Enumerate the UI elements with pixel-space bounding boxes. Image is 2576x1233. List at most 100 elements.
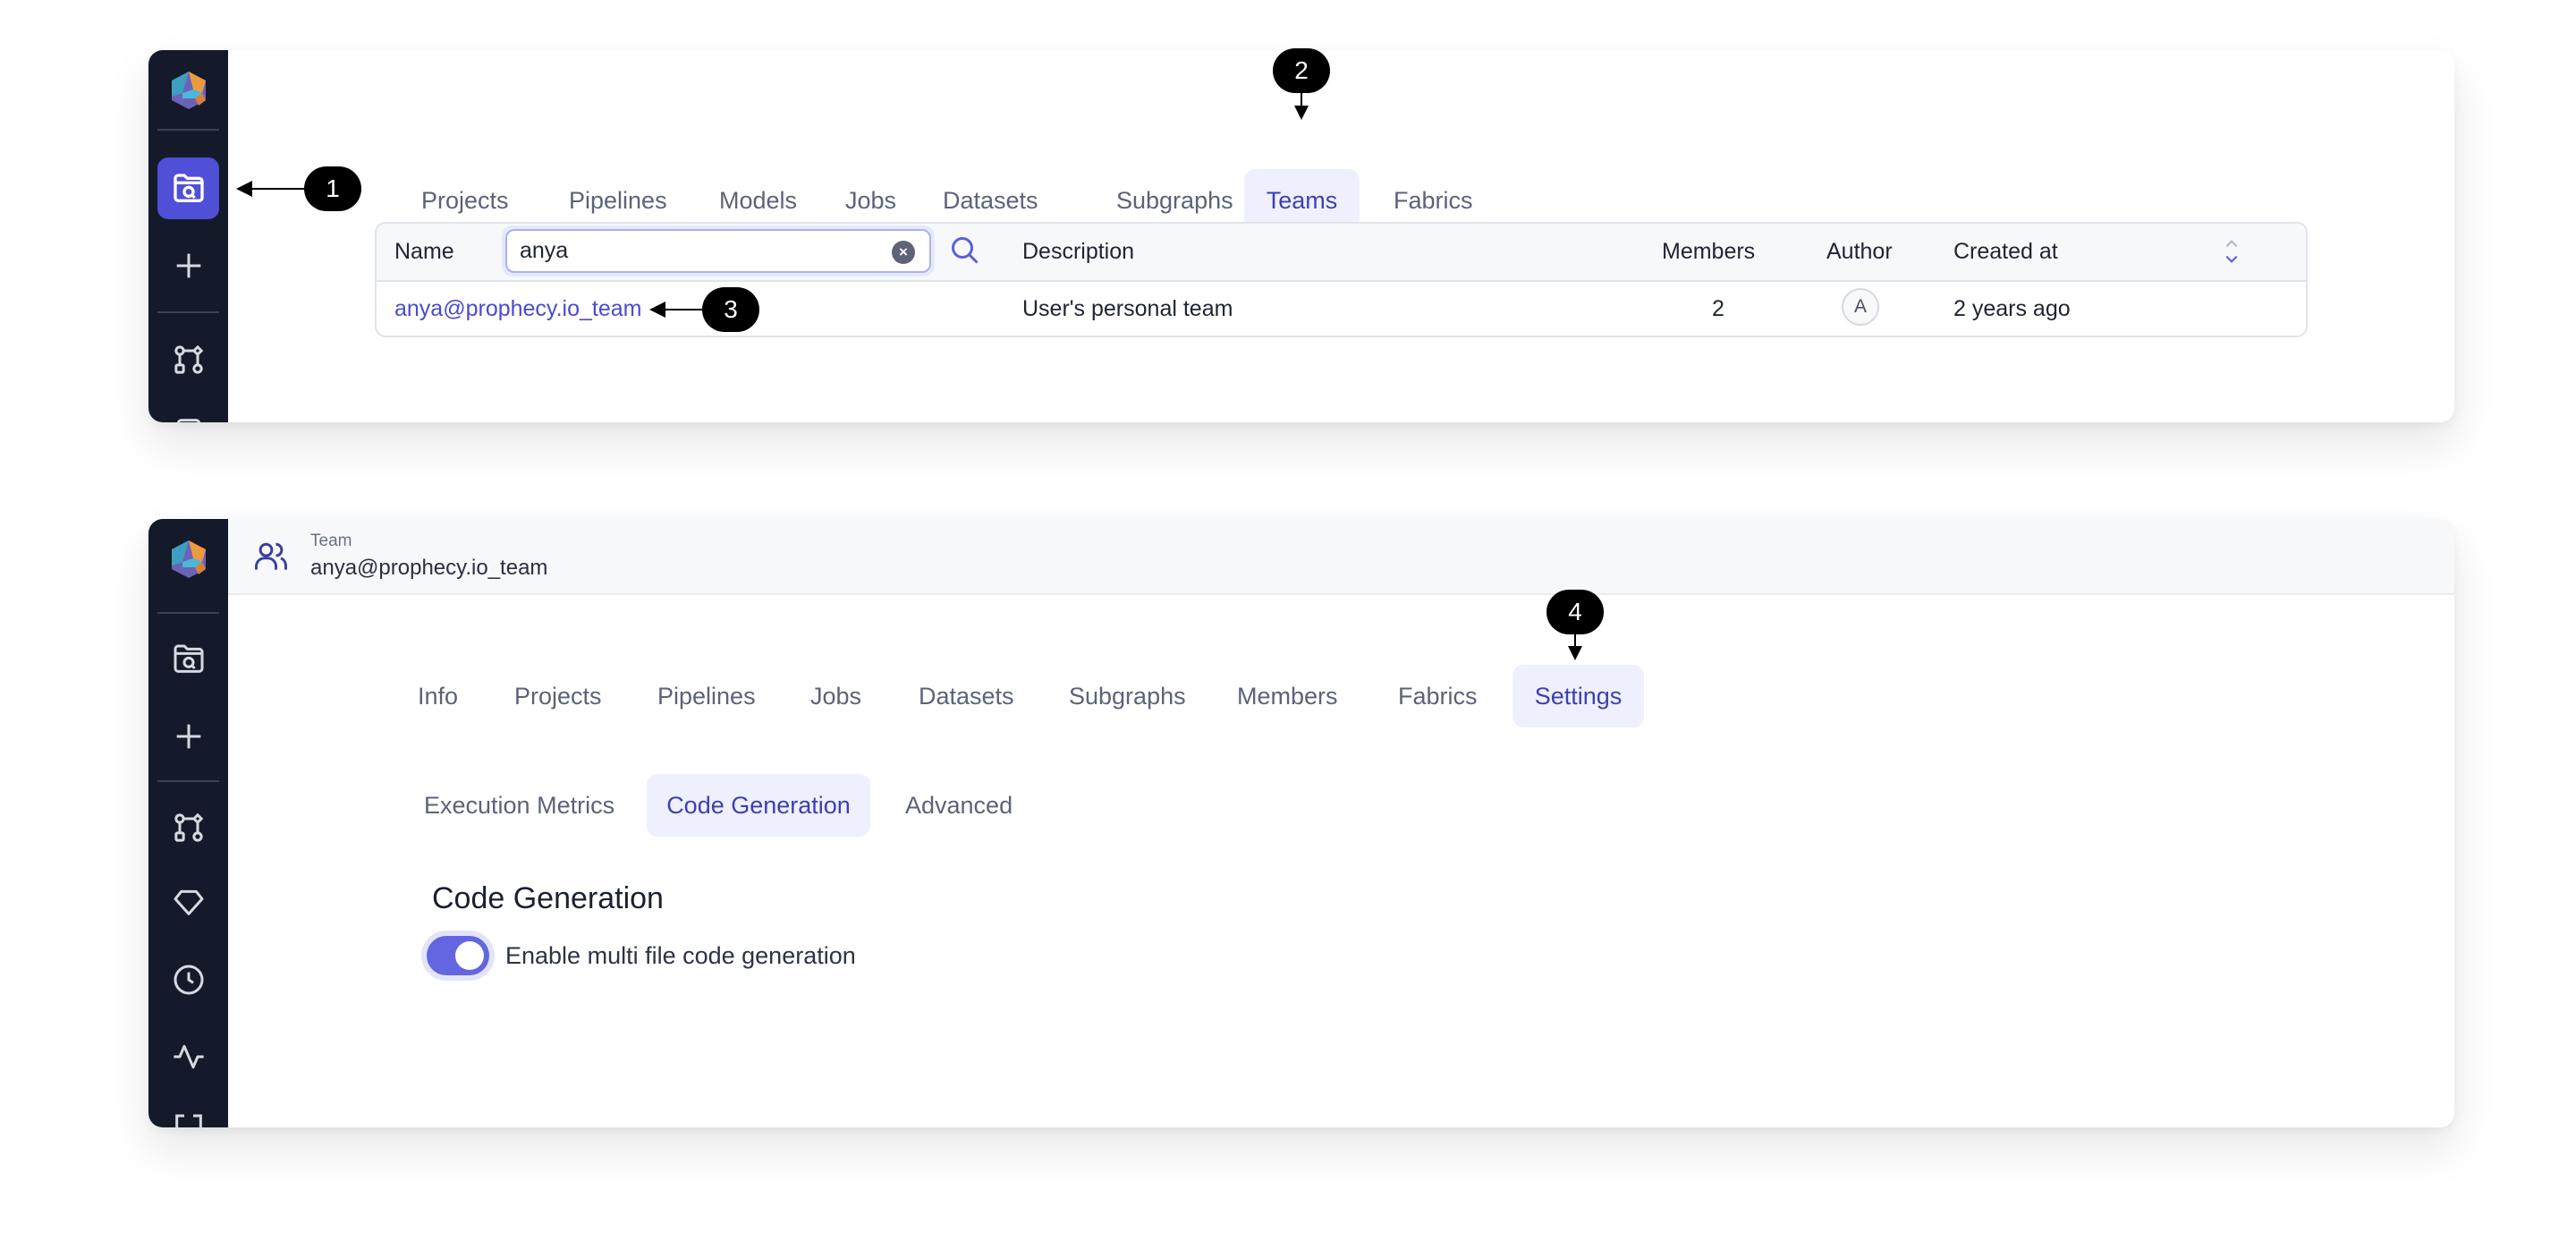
section-title: Code Generation	[432, 881, 664, 915]
callout-badge: 4	[1546, 590, 1604, 634]
clock-icon	[174, 965, 203, 994]
tab-label: Members	[1237, 682, 1338, 710]
tab-label: Projects	[514, 682, 602, 710]
callout-arrow	[662, 309, 703, 310]
sidebar-item-pipelines[interactable]	[157, 328, 219, 390]
entity-header: Team anya@prophecy.io_team	[228, 519, 2454, 595]
sidebar-item-create[interactable]	[157, 234, 219, 296]
tab-datasets[interactable]: Datasets	[895, 665, 1038, 727]
column-header-description: Description	[1022, 239, 1135, 264]
sidebar	[148, 519, 228, 1127]
search-icon[interactable]	[949, 234, 981, 267]
layout-icon	[174, 1114, 202, 1127]
gem-icon	[174, 889, 203, 915]
tab-jobs[interactable]: Jobs	[787, 665, 885, 727]
arrowhead-icon	[236, 181, 252, 197]
toggle-label: Enable multi file code generation	[505, 942, 856, 969]
table-header: Name × Description Members Author Create…	[377, 224, 2306, 282]
toggle-knob	[455, 941, 484, 970]
multi-file-codegen-toggle[interactable]	[427, 936, 489, 975]
sidebar-item-entity-browser[interactable]	[157, 157, 219, 219]
clear-search-button[interactable]: ×	[892, 241, 915, 264]
tab-label: Datasets	[943, 186, 1038, 214]
tab-label: Models	[719, 186, 798, 214]
sidebar-item-gems[interactable]	[157, 871, 219, 932]
callout-number: 2	[1294, 56, 1309, 84]
sidebar-item-history[interactable]	[157, 948, 219, 1010]
tab-label: Jobs	[845, 186, 897, 214]
subtab-advanced[interactable]: Advanced	[882, 774, 1036, 837]
callout-badge: 2	[1273, 48, 1330, 93]
tab-label: Subgraphs	[1116, 186, 1233, 214]
callout-arrow	[250, 188, 306, 190]
tab-label: Fabrics	[1394, 186, 1473, 214]
sidebar-item-more[interactable]	[157, 1093, 219, 1127]
dataset-icon	[176, 418, 200, 422]
tab-label: Code Generation	[666, 791, 851, 819]
entity-type-label: Team	[310, 531, 352, 550]
tab-members[interactable]: Members	[1214, 665, 1361, 727]
name-search: ×	[502, 225, 935, 276]
name-search-input[interactable]	[505, 229, 931, 273]
entity-name: anya@prophecy.io_team	[310, 556, 548, 580]
callout-badge: 3	[702, 287, 759, 332]
author-avatar[interactable]: A	[1842, 288, 1879, 326]
sidebar-divider	[157, 129, 219, 131]
tab-label: Settings	[1534, 682, 1623, 710]
plus-icon	[176, 724, 200, 748]
tab-pipelines[interactable]: Pipelines	[634, 665, 779, 727]
tab-label: Jobs	[810, 682, 862, 710]
tab-fabrics[interactable]: Fabrics	[1375, 665, 1501, 727]
tab-label: Datasets	[919, 682, 1014, 710]
callout-number: 4	[1568, 598, 1582, 625]
sidebar-item-create[interactable]	[157, 705, 219, 767]
tab-label: Advanced	[905, 791, 1013, 819]
plus-icon	[176, 253, 200, 277]
search-folder-icon	[174, 644, 203, 673]
sort-icon[interactable]	[2224, 236, 2240, 267]
sidebar-item-more[interactable]	[157, 401, 219, 422]
tab-subgraphs[interactable]: Subgraphs	[1046, 665, 1209, 727]
pipeline-graph-icon	[174, 344, 203, 374]
tab-label: Projects	[421, 186, 509, 214]
callout-badge: 1	[304, 166, 361, 211]
tab-label: Subgraphs	[1069, 682, 1186, 710]
column-header-author: Author	[1826, 239, 1893, 264]
team-name-link[interactable]: anya@prophecy.io_team	[394, 296, 641, 322]
arrowhead-icon	[649, 302, 665, 318]
sidebar-item-pipelines[interactable]	[157, 796, 219, 858]
arrowhead-icon	[1294, 106, 1309, 120]
sidebar-divider	[157, 311, 219, 313]
arrowhead-icon	[1568, 646, 1582, 660]
column-header-name: Name	[394, 239, 454, 264]
sidebar-divider	[157, 780, 219, 782]
prophecy-logo[interactable]	[168, 70, 209, 111]
teams-table: Name × Description Members Author Create…	[375, 222, 2308, 337]
callout-number: 3	[724, 295, 738, 323]
pipeline-graph-icon	[174, 812, 203, 842]
activity-icon	[173, 1044, 204, 1068]
sidebar-item-entity-browser[interactable]	[157, 628, 219, 690]
tab-info[interactable]: Info	[394, 665, 481, 727]
column-header-members: Members	[1662, 239, 1756, 264]
subtab-code-generation[interactable]: Code Generation	[647, 774, 870, 837]
callout-number: 1	[326, 174, 340, 202]
team-description: User's personal team	[1022, 296, 1233, 321]
tab-label: Teams	[1266, 186, 1338, 214]
tab-label: Pipelines	[657, 682, 756, 710]
subtab-execution-metrics[interactable]: Execution Metrics	[401, 774, 638, 837]
tab-label: Pipelines	[569, 186, 667, 214]
team-created-at: 2 years ago	[1953, 296, 2071, 321]
tab-settings[interactable]: Settings	[1513, 665, 1644, 727]
tab-label: Fabrics	[1398, 682, 1478, 710]
avatar-initial: A	[1853, 296, 1867, 317]
column-header-created-at[interactable]: Created at	[1953, 239, 2058, 265]
search-folder-icon	[173, 173, 204, 202]
tab-label: Execution Metrics	[424, 791, 615, 819]
team-members-count: 2	[1712, 296, 1724, 321]
sidebar-item-observability[interactable]	[157, 1025, 219, 1087]
sidebar-divider	[157, 612, 219, 614]
tab-projects[interactable]: Projects	[491, 665, 625, 727]
prophecy-logo[interactable]	[168, 539, 209, 580]
tab-label: Info	[418, 682, 459, 710]
